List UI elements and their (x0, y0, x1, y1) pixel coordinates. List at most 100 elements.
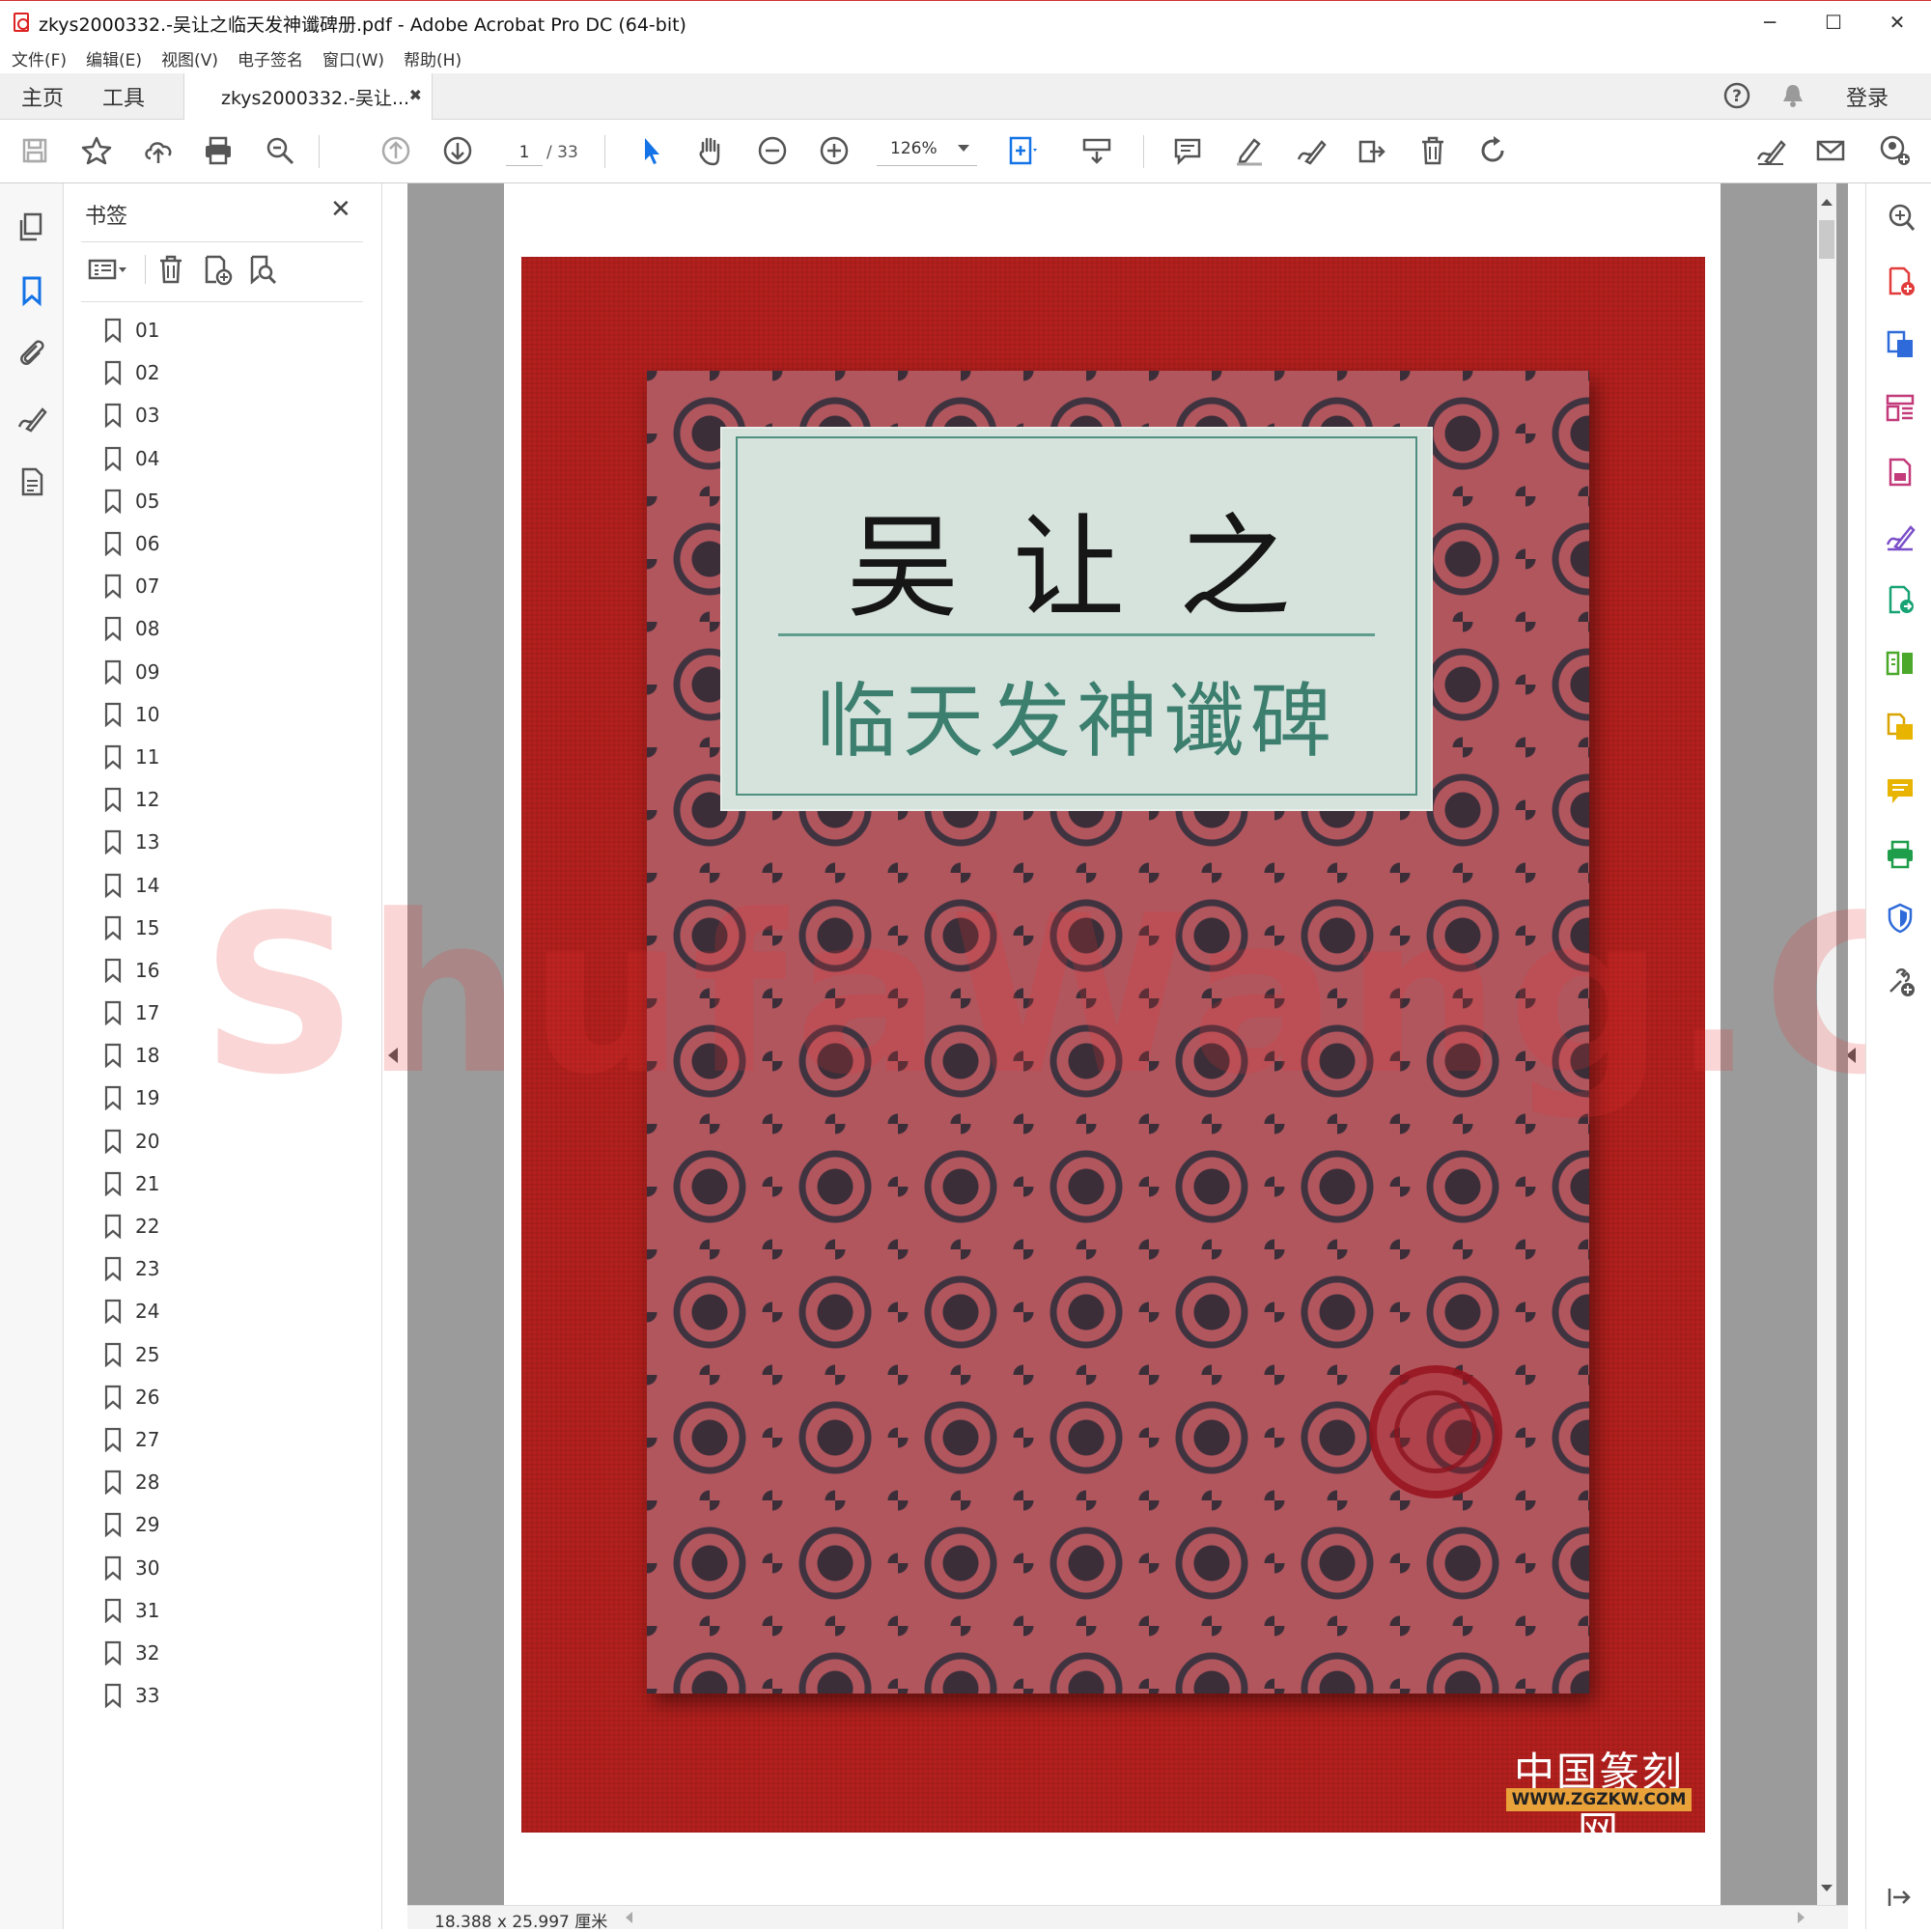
print-icon[interactable] (197, 129, 239, 172)
signin-button[interactable]: 登录 (1846, 73, 1889, 120)
select-cursor-icon[interactable] (630, 129, 672, 172)
comment-tool-icon[interactable] (1882, 772, 1918, 809)
fill-sign-icon[interactable] (1749, 129, 1792, 172)
rotate-icon[interactable] (1471, 129, 1514, 172)
bookmark-item[interactable]: 26 (104, 1376, 355, 1418)
star-icon[interactable] (75, 129, 118, 172)
help-icon[interactable]: ? (1722, 81, 1751, 110)
page-number-input[interactable] (506, 139, 543, 166)
compare-files-icon[interactable] (1882, 645, 1918, 682)
bookmark-item[interactable]: 33 (104, 1674, 355, 1717)
zoom-search-icon[interactable] (259, 129, 301, 172)
delete-icon[interactable] (1412, 129, 1454, 172)
menu-help[interactable]: 帮助(H) (404, 46, 462, 70)
bookmark-label: 14 (135, 873, 160, 897)
bookmark-item[interactable]: 05 (104, 480, 355, 522)
bookmark-item[interactable]: 11 (104, 736, 355, 778)
bookmark-item[interactable]: 25 (104, 1333, 355, 1376)
tab-document[interactable]: zkys2000332.-吴让... ✖ (183, 73, 433, 121)
combine-files-icon[interactable] (1882, 709, 1918, 745)
zoom-in-icon[interactable] (813, 129, 855, 172)
bookmark-item[interactable]: 21 (104, 1162, 355, 1205)
collapse-tools-pane-icon[interactable] (1882, 1879, 1918, 1916)
bookmark-item[interactable]: 23 (104, 1247, 355, 1290)
previous-page-icon[interactable] (375, 129, 417, 172)
bookmarks-panel-icon[interactable] (12, 270, 52, 311)
scroll-down-icon[interactable] (1821, 1885, 1833, 1891)
minimize-button[interactable]: ─ (1738, 1, 1802, 43)
share-user-icon[interactable] (1873, 129, 1916, 172)
find-bookmark-icon[interactable] (243, 249, 284, 290)
export-pdf-icon[interactable] (1882, 326, 1918, 363)
protect-shield-icon[interactable] (1882, 900, 1918, 937)
more-tools-icon[interactable] (1882, 964, 1918, 1000)
bookmark-item[interactable]: 06 (104, 522, 355, 565)
menu-file[interactable]: 文件(F) (12, 46, 67, 70)
bookmark-item[interactable]: 13 (104, 821, 355, 863)
title-bar: zkys2000332.-吴让之临天发神谶碑册.pdf - Adobe Acro… (0, 0, 1931, 42)
bookmark-item[interactable]: 22 (104, 1205, 355, 1247)
fit-page-icon[interactable] (1000, 129, 1043, 172)
bookmark-item[interactable]: 03 (104, 394, 355, 436)
menu-esign[interactable]: 电子签名 (238, 46, 303, 70)
export-icon[interactable] (1350, 129, 1392, 172)
attachment-paperclip-icon[interactable] (12, 332, 52, 373)
email-icon[interactable] (1809, 129, 1852, 172)
bookmark-item[interactable]: 08 (104, 607, 355, 650)
bookmark-item[interactable]: 12 (104, 778, 355, 821)
bookmark-options-icon[interactable] (81, 249, 135, 290)
search-document-icon[interactable] (1882, 199, 1918, 236)
bookmark-label: 15 (135, 915, 160, 939)
bookmark-item[interactable]: 02 (104, 351, 355, 394)
bookmark-item[interactable]: 31 (104, 1589, 355, 1632)
next-page-icon[interactable] (436, 129, 479, 172)
edit-pdf-icon[interactable] (1882, 454, 1918, 490)
close-window-button[interactable]: ✕ (1865, 1, 1929, 43)
bookmark-item[interactable]: 30 (104, 1546, 355, 1588)
bookmark-item[interactable]: 27 (104, 1418, 355, 1461)
bookmark-item[interactable]: 20 (104, 1120, 355, 1162)
menu-edit[interactable]: 编辑(E) (86, 46, 142, 70)
send-for-review-icon[interactable] (1882, 581, 1918, 618)
scroll-right-icon[interactable] (1798, 1912, 1805, 1923)
sign-icon[interactable] (1290, 129, 1332, 172)
menu-view[interactable]: 视图(V) (161, 46, 218, 70)
bookmark-item[interactable]: 24 (104, 1290, 355, 1332)
bookmark-item[interactable]: 04 (104, 437, 355, 480)
tab-close-icon[interactable]: ✖ (409, 86, 422, 104)
zoom-out-icon[interactable] (751, 129, 794, 172)
comment-icon[interactable] (1166, 129, 1209, 172)
scroll-up-icon[interactable] (1821, 199, 1833, 206)
maximize-button[interactable]: ☐ (1802, 1, 1865, 43)
bookmark-item[interactable]: 07 (104, 565, 355, 607)
bookmark-item[interactable]: 09 (104, 651, 355, 693)
save-icon[interactable] (14, 129, 56, 172)
highlight-pen-icon[interactable] (1228, 129, 1271, 172)
close-panel-icon[interactable]: ✕ (330, 195, 351, 224)
bookmark-item[interactable]: 28 (104, 1461, 355, 1503)
page-thumbnails-icon[interactable] (12, 207, 52, 247)
bookmark-item[interactable]: 01 (104, 309, 355, 351)
tab-tools[interactable]: 工具 (102, 73, 145, 120)
notification-bell-icon[interactable] (1778, 81, 1807, 110)
zoom-select[interactable]: 126% (877, 139, 977, 166)
hand-tool-icon[interactable] (689, 129, 732, 172)
fill-and-sign-icon[interactable] (1882, 518, 1918, 554)
delete-bookmark-icon[interactable] (151, 249, 191, 290)
organize-pages-icon[interactable] (1882, 390, 1918, 427)
print-production-icon[interactable] (1882, 836, 1918, 873)
scroll-thumb[interactable] (1819, 220, 1834, 259)
keyboard-scroll-icon[interactable] (1076, 129, 1118, 172)
cloud-upload-icon[interactable] (137, 129, 180, 172)
new-bookmark-icon[interactable] (197, 249, 238, 290)
scroll-left-icon[interactable] (626, 1912, 632, 1923)
document-properties-icon[interactable] (12, 462, 52, 502)
signature-panel-icon[interactable] (12, 398, 52, 438)
menu-window[interactable]: 窗口(W) (322, 46, 384, 70)
bookmark-item[interactable]: 29 (104, 1503, 355, 1546)
bookmark-item[interactable]: 10 (104, 693, 355, 736)
tab-home[interactable]: 主页 (21, 73, 64, 120)
create-pdf-icon[interactable] (1882, 263, 1918, 299)
bookmark-icon (104, 489, 122, 514)
bookmark-item[interactable]: 32 (104, 1632, 355, 1674)
